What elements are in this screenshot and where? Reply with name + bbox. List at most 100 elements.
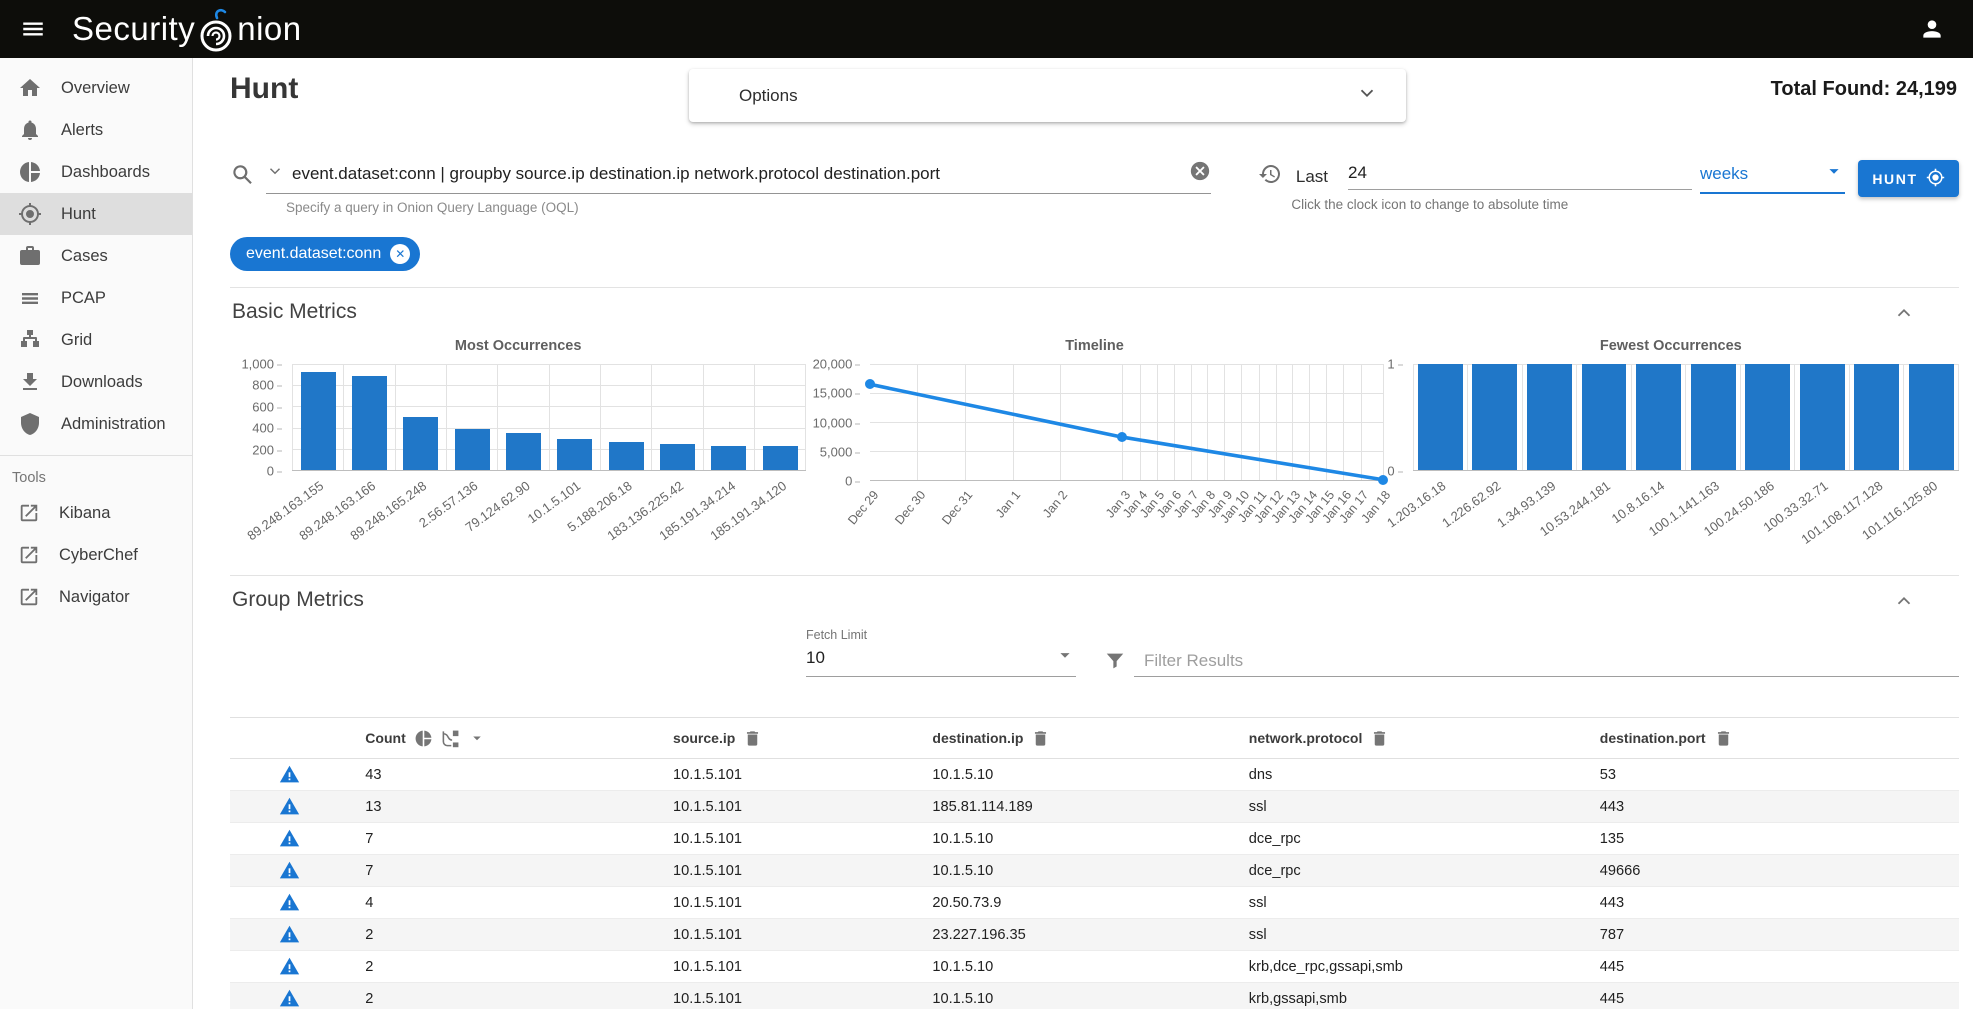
sidebar-item-administration[interactable]: Administration [0,403,192,445]
alert-triangle-icon[interactable] [279,828,300,849]
data-point-dec-29[interactable] [865,379,875,389]
tool-item-cyberchef[interactable]: CyberChef [0,534,192,576]
table-cell[interactable]: 10.1.5.10 [916,759,1232,791]
table-cell[interactable]: 10.1.5.101 [657,759,916,791]
table-cell[interactable]: 10.1.5.101 [657,855,916,887]
user-account-icon[interactable] [1919,16,1945,42]
table-cell[interactable]: 135 [1584,823,1959,855]
table-cell[interactable]: 185.81.114.189 [916,791,1232,823]
bar-185.191.34.120[interactable] [763,446,798,470]
table-cell[interactable]: 10.1.5.101 [657,791,916,823]
bar-100.24.50.186[interactable] [1745,364,1790,470]
bar-101.116.125.80[interactable] [1909,364,1954,470]
table-cell[interactable]: 23.227.196.35 [916,919,1232,951]
column-header-count[interactable]: Count [365,730,405,746]
remove-column-icon[interactable] [743,729,762,748]
column-header-source.ip[interactable]: source.ip [673,730,735,746]
remove-filter-icon[interactable]: ✕ [390,244,410,264]
sidebar-item-dashboards[interactable]: Dashboards [0,151,192,193]
remove-column-icon[interactable] [1031,729,1050,748]
bar-100.33.32.71[interactable] [1800,364,1845,470]
bar-5.188.206.18[interactable] [609,442,644,470]
table-cell[interactable]: 445 [1584,983,1959,1009]
column-header-destination.ip[interactable]: destination.ip [932,730,1023,746]
bar-2.56.57.136[interactable] [455,429,490,470]
collapse-basic-metrics-icon[interactable] [1893,302,1915,324]
table-cell[interactable]: 10.1.5.101 [657,951,916,983]
table-cell[interactable]: ssl [1233,887,1584,919]
table-cell[interactable]: 443 [1584,887,1959,919]
tool-item-navigator[interactable]: Navigator [0,576,192,618]
table-cell[interactable]: 4 [349,887,657,919]
table-cell[interactable]: 2 [349,919,657,951]
bar-89.248.165.248[interactable] [403,417,438,470]
bar-1.34.93.139[interactable] [1527,364,1572,470]
column-header-destination.port[interactable]: destination.port [1600,730,1706,746]
table-cell[interactable]: 10.1.5.101 [657,887,916,919]
collapse-basic-metrics-icon[interactable] [1893,302,1915,329]
bar-79.124.62.90[interactable] [506,433,541,470]
hunt-button[interactable]: HUNT [1858,160,1959,197]
table-cell[interactable]: 53 [1584,759,1959,791]
bar-10.53.244.181[interactable] [1582,364,1627,470]
table-cell[interactable]: 443 [1584,791,1959,823]
table-cell[interactable]: 43 [349,759,657,791]
sidebar-item-cases[interactable]: Cases [0,235,192,277]
fetch-limit-select[interactable]: 10 [806,644,1076,677]
table-cell[interactable]: 7 [349,823,657,855]
remove-column-icon[interactable] [1714,729,1733,748]
tool-item-kibana[interactable]: Kibana [0,492,192,534]
filter-chip[interactable]: event.dataset:conn ✕ [230,237,420,271]
table-cell[interactable]: 10.1.5.10 [916,951,1232,983]
table-cell[interactable]: 10.1.5.101 [657,983,916,1009]
table-cell[interactable]: dns [1233,759,1584,791]
data-point-jan-3[interactable] [1117,432,1127,442]
table-cell[interactable]: krb,gssapi,smb [1233,983,1584,1009]
remove-column-icon[interactable] [1370,729,1389,748]
sidebar-item-alerts[interactable]: Alerts [0,109,192,151]
table-cell[interactable]: 10.1.5.101 [657,823,916,855]
options-panel[interactable]: Options [689,69,1406,122]
collapse-group-metrics-icon[interactable] [1893,590,1915,612]
chart-menu-caret-icon[interactable] [468,729,486,747]
time-unit-select[interactable]: weeks [1700,160,1845,194]
sidebar-item-grid[interactable]: Grid [0,319,192,361]
bar-1.226.62.92[interactable] [1472,364,1517,470]
bar-185.191.34.214[interactable] [711,446,746,470]
table-cell[interactable]: 10.1.5.10 [916,983,1232,1009]
query-history-chevron-icon[interactable] [266,162,284,185]
alert-triangle-icon[interactable] [279,764,300,785]
bar-101.108.117.128[interactable] [1854,364,1899,470]
table-cell[interactable]: ssl [1233,791,1584,823]
time-value-input[interactable] [1348,163,1692,183]
bar-89.248.163.155[interactable] [301,372,336,470]
relative-time-clock-icon[interactable] [1258,162,1282,186]
table-cell[interactable]: ssl [1233,919,1584,951]
sidebar-item-hunt[interactable]: Hunt [0,193,192,235]
sidebar-item-pcap[interactable]: PCAP [0,277,192,319]
query-history-chevron-icon[interactable] [266,162,284,180]
alert-triangle-icon[interactable] [279,860,300,881]
table-cell[interactable]: 445 [1584,951,1959,983]
bar-183.136.225.42[interactable] [660,444,695,471]
alert-triangle-icon[interactable] [279,924,300,945]
toggle-pie-chart-icon[interactable] [414,729,433,748]
table-cell[interactable]: dce_rpc [1233,855,1584,887]
alert-triangle-icon[interactable] [279,988,300,1009]
clear-query-icon[interactable] [1189,160,1211,187]
bar-10.1.5.101[interactable] [557,439,592,470]
query-input[interactable] [292,164,1189,184]
sidebar-item-downloads[interactable]: Downloads [0,361,192,403]
table-cell[interactable]: 10.1.5.101 [657,919,916,951]
sankey-chart-icon[interactable] [441,729,460,748]
column-header-network.protocol[interactable]: network.protocol [1249,730,1363,746]
relative-time-clock-icon[interactable] [1258,162,1282,191]
chevron-down-icon[interactable] [1356,82,1378,109]
table-cell[interactable]: 2 [349,983,657,1009]
alert-triangle-icon[interactable] [279,796,300,817]
table-cell[interactable]: 10.1.5.10 [916,855,1232,887]
alert-triangle-icon[interactable] [279,956,300,977]
table-cell[interactable]: 787 [1584,919,1959,951]
table-cell[interactable]: 2 [349,951,657,983]
menu-icon[interactable] [20,16,46,42]
